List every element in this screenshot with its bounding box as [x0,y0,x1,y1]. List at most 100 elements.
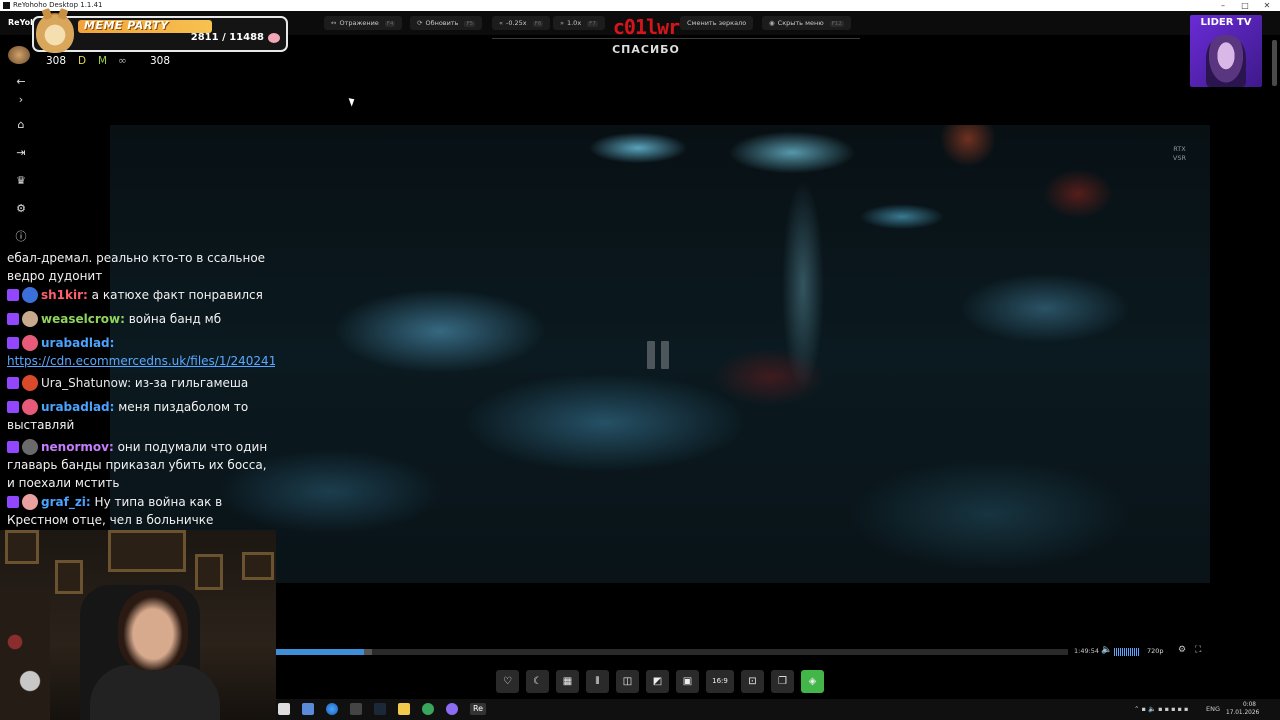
close-button[interactable]: ✕ [1256,0,1278,11]
chat-overlay: ебал-дремал. реально кто-то в ссальное в… [0,248,278,530]
chat-nick: nenormov: [41,440,114,454]
streamer-avatar [8,46,30,64]
viewer-count: 308 [46,55,67,67]
chat-message: nenormov: они подумали что один главарь … [7,439,268,490]
pip-button[interactable]: ◩ [646,670,669,693]
refresh-icon: ⟳ [417,19,423,27]
forward-icon: » [560,19,564,27]
money-icon: M [98,55,108,67]
donation-icon: D [78,55,87,67]
back-icon[interactable]: ← [13,75,29,89]
window-title: ReYohoho Desktop 1.1.41 [13,1,103,9]
wall-frame [5,530,39,564]
user-avatar [22,494,38,510]
played-bar [276,649,364,655]
twitch-badge-icon [7,289,19,301]
meme-title: MEME PARTY [84,19,169,32]
steam-app-icon[interactable] [374,703,386,715]
volume-icon[interactable]: 🔈 [1101,645,1112,655]
lider-tv-logo: LIDER TV [1190,15,1262,87]
layers-button[interactable]: ◈ [801,670,824,693]
twitch-badge-icon [7,401,19,413]
fullscreen-icon[interactable]: ⛶ [1195,645,1201,655]
split-button[interactable]: ◫ [616,670,639,693]
app-icon[interactable] [350,703,362,715]
screenshot-button[interactable]: ⊡ [741,670,764,693]
user-avatar [22,287,38,303]
tray-icons[interactable]: ⌃ ▪ 🔈 ▪ ▪ ▪ ▪ ▪ [1134,699,1188,720]
rtx-vsr-label: RTX VSR [1172,145,1186,162]
duration-label: 1:49:54 [1074,647,1100,655]
mirror-icon: ↔ [331,19,337,27]
discord-app-icon[interactable] [446,703,458,715]
christmas-tree [0,590,50,720]
scrollbar[interactable] [1272,40,1277,86]
wall-frame [195,554,223,590]
window-titlebar: ReYohoho Desktop 1.1.41 – □ ✕ [0,0,1280,11]
follower-count: 308 [150,55,171,67]
miniplayer-button[interactable]: ▣ [676,670,699,693]
person-app-icon[interactable] [278,703,290,715]
expand-icon[interactable]: › [13,93,29,107]
copy-button[interactable]: ❐ [771,670,794,693]
twitch-badge-icon [7,313,19,325]
user-avatar [22,399,38,415]
lider-tv-avatar [1206,35,1246,87]
trophy-icon[interactable]: ♛ [13,174,29,188]
mirror-button[interactable]: ↔ Отражение F4 [324,16,403,30]
chat-nick: urabadlad: [41,336,115,350]
pause-icon[interactable] [647,341,671,369]
favorite-button[interactable]: ♡ [496,670,519,693]
user-avatar [22,335,38,351]
meme-party-widget: MEME PARTY 2811 / 11488 [32,13,288,53]
chat-nick: sh1kir: [41,288,88,302]
twitch-badge-icon [7,441,19,453]
browser-app-icon[interactable] [326,703,338,715]
chat-message: sh1kir: а катюхе факт понравился [7,286,275,304]
seek-bar[interactable] [276,649,1068,655]
twitch-badge-icon [7,337,19,349]
taskbar-clock[interactable]: 0:08 17.01.2026 [1226,701,1259,717]
overlay-logo: c01lwr [612,15,680,39]
chat-link[interactable]: https://cdn.ecommercedns.uk/files/1/2402… [7,352,275,370]
maximize-button[interactable]: □ [1234,0,1256,11]
gear-icon[interactable]: ⚙ [13,202,29,216]
chat-message: urabadlad: меня пиздаболом то выставляй [7,399,249,432]
aspect-button[interactable]: 16:9 [706,670,734,693]
mouse-cursor [348,96,357,107]
speed-button[interactable]: » 1.0x F7 [553,16,605,30]
info-icon[interactable]: ⓘ [13,230,29,244]
volume-slider[interactable] [1114,648,1140,656]
home-icon[interactable]: ⌂ [13,118,29,132]
minimize-button[interactable]: – [1212,0,1234,11]
xbox-app-icon[interactable] [422,703,434,715]
user-avatar [22,375,38,391]
windows-taskbar: Re ⌃ ▪ 🔈 ▪ ▪ ▪ ▪ ▪ ENG [276,699,1280,720]
wall-frame [108,530,186,572]
buffered-bar [363,649,372,655]
folder-app-icon[interactable] [398,703,410,715]
streamer-face [118,590,188,670]
hide-menu-button[interactable]: ◉ Скрыть меню F12 [762,16,851,30]
webcam-feed [0,530,276,720]
eye-icon: ◉ [769,19,775,27]
rewind-icon: « [499,19,503,27]
chat-message: ебал-дремал. реально кто-то в ссальное в… [7,251,266,283]
reyohoho-app-icon[interactable]: Re [470,703,486,715]
wall-frame [242,552,274,580]
dim-button[interactable]: ☾ [526,670,549,693]
refresh-button[interactable]: ⟳ Обновить F5 [410,16,483,30]
app-icon [3,2,10,9]
doge-icon [36,13,74,53]
login-icon[interactable]: ⇥ [13,146,29,160]
twitch-badge-icon [7,377,19,389]
tray-language[interactable]: ENG [1206,699,1220,720]
chat-nick: weaselcrow: [41,312,125,326]
settings-icon[interactable]: ⚙ [1178,645,1186,655]
quality-select[interactable]: 720p [1147,647,1164,655]
speed-down-button[interactable]: «-0.25x F6 [492,16,551,30]
notepad-app-icon[interactable] [302,703,314,715]
ambient-button[interactable]: ▦ [556,670,579,693]
lider-tv-title: LIDER TV [1200,17,1252,28]
audio-button[interactable]: ⦀ [586,670,609,693]
